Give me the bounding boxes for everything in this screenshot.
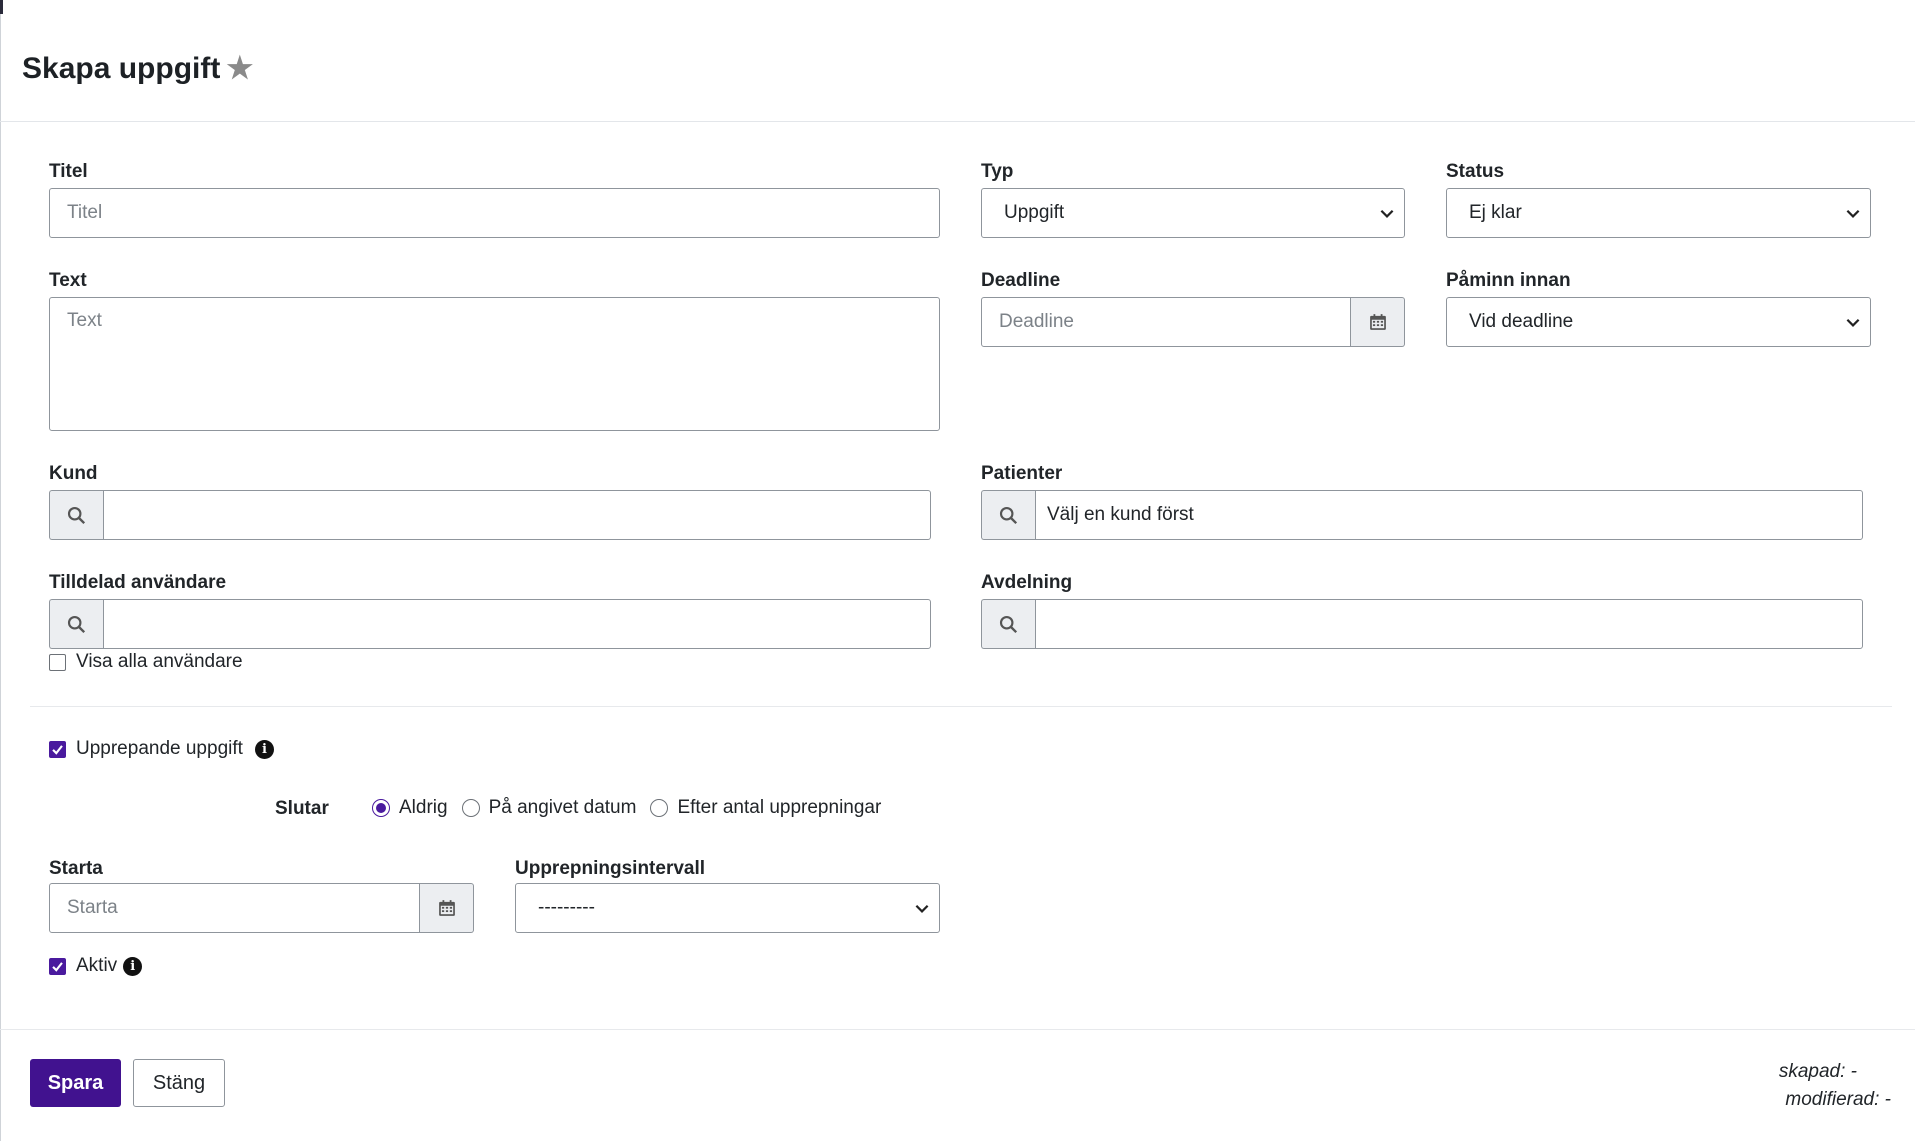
star-icon[interactable]: ★: [226, 54, 253, 84]
calendar-icon: [438, 900, 455, 916]
chevron-down-icon: [1380, 209, 1394, 218]
calendar-button[interactable]: [1351, 297, 1405, 347]
section-divider: [30, 706, 1892, 707]
slutar-radio-group: Aldrig På angivet datum Efter antal uppr…: [372, 797, 895, 819]
radio-button[interactable]: [372, 799, 390, 817]
search-addon: [981, 599, 1035, 649]
patienter-search-group: Välj en kund först: [981, 490, 1863, 540]
visa-alla-label: Visa alla användare: [76, 651, 243, 672]
paminn-select-value: Vid deadline: [1469, 311, 1574, 332]
slutar-option-aldrig[interactable]: Aldrig: [372, 797, 448, 819]
titel-input[interactable]: [49, 188, 940, 238]
status-select[interactable]: Ej klar: [1446, 188, 1871, 238]
upprepande-label: Upprepande uppgift: [76, 738, 243, 759]
upprepande-checkbox[interactable]: [49, 740, 66, 758]
tilldelad-search-group: [49, 599, 931, 649]
search-icon: [67, 506, 86, 524]
calendar-button[interactable]: [420, 883, 474, 933]
search-icon: [999, 615, 1018, 633]
created-meta: skapad: -: [1778, 1061, 1857, 1082]
aktiv-checkbox[interactable]: [49, 957, 66, 975]
radio-button[interactable]: [650, 799, 669, 817]
titel-label: Titel: [49, 161, 88, 182]
chevron-down-icon: [915, 904, 929, 913]
status-select-value: Ej klar: [1469, 202, 1522, 223]
visa-alla-checkbox-row[interactable]: Visa alla användare: [49, 651, 243, 673]
upprepande-checkbox-row[interactable]: Upprepande uppgift i: [49, 738, 274, 760]
kund-label: Kund: [49, 463, 98, 484]
slutar-option-label: Aldrig: [399, 797, 448, 818]
modal-header: Skapa uppgift ★: [0, 0, 1915, 122]
text-textarea[interactable]: [49, 297, 940, 431]
save-button[interactable]: Spara: [30, 1059, 121, 1107]
patienter-label: Patienter: [981, 463, 1063, 484]
search-icon: [999, 506, 1018, 524]
info-icon[interactable]: i: [254, 739, 274, 759]
avdelning-label: Avdelning: [981, 572, 1073, 593]
intervall-select-value: ---------: [538, 897, 595, 918]
slutar-option-antal[interactable]: Efter antal upprepningar: [650, 797, 881, 819]
info-icon[interactable]: i: [123, 956, 143, 976]
slutar-label: Slutar: [275, 798, 329, 819]
text-label: Text: [49, 270, 87, 291]
kund-search-group: [49, 490, 931, 540]
radio-button[interactable]: [461, 799, 480, 817]
typ-select[interactable]: Uppgift: [981, 188, 1405, 238]
typ-label: Typ: [981, 161, 1014, 182]
intervall-label: Upprepningsintervall: [515, 858, 706, 879]
avdelning-input[interactable]: [1035, 599, 1863, 649]
modified-meta: modifierad: -: [1785, 1089, 1891, 1110]
typ-select-value: Uppgift: [1004, 202, 1065, 223]
starta-label: Starta: [49, 858, 103, 879]
window-left-edge: [0, 0, 1, 1141]
starta-input[interactable]: Starta: [49, 883, 420, 933]
slutar-option-datum[interactable]: På angivet datum: [461, 797, 637, 819]
aktiv-label: Aktiv: [76, 955, 118, 976]
paminn-select[interactable]: Vid deadline: [1446, 297, 1871, 347]
visa-alla-checkbox[interactable]: [49, 653, 66, 671]
page-title-text: Skapa uppgift: [22, 52, 221, 85]
chevron-down-icon: [1846, 209, 1860, 218]
slutar-option-label: På angivet datum: [488, 797, 637, 818]
avdelning-search-group: [981, 599, 1863, 649]
close-button[interactable]: Stäng: [133, 1059, 225, 1107]
kund-input[interactable]: [103, 490, 931, 540]
search-addon: [49, 599, 103, 649]
slutar-option-label: Efter antal upprepningar: [677, 797, 882, 818]
search-addon: [49, 490, 103, 540]
search-addon: [981, 490, 1035, 540]
intervall-select[interactable]: ---------: [515, 883, 940, 933]
checkmark-icon: [52, 744, 63, 755]
search-icon: [67, 615, 86, 633]
tilldelad-input[interactable]: [103, 599, 931, 649]
deadline-input[interactable]: Deadline: [981, 297, 1351, 347]
starta-date-picker: Starta: [49, 883, 474, 933]
checkmark-icon: [52, 961, 63, 972]
patienter-input[interactable]: Välj en kund först: [1035, 490, 1863, 540]
deadline-label: Deadline: [981, 270, 1061, 291]
calendar-icon: [1369, 314, 1386, 330]
page-title: Skapa uppgift ★: [22, 52, 253, 86]
status-label: Status: [1446, 161, 1505, 182]
footer-divider: [0, 1029, 1915, 1030]
deadline-date-picker: Deadline: [981, 297, 1405, 347]
tilldelad-label: Tilldelad användare: [49, 572, 227, 593]
paminn-label: Påminn innan: [1446, 270, 1571, 291]
aktiv-checkbox-row[interactable]: Aktiv i: [49, 955, 143, 977]
chevron-down-icon: [1846, 318, 1860, 327]
